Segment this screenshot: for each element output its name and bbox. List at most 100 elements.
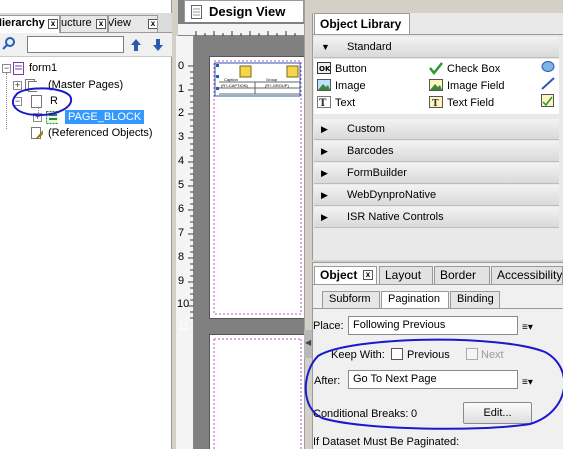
tab-border[interactable]: Border (434, 266, 490, 284)
after-field[interactable]: Go To Next Page (348, 370, 518, 389)
header-cell: Caption (224, 77, 238, 82)
dropdown-menu-icon[interactable]: ≡▾ (522, 322, 536, 334)
master-pages-icon (25, 79, 37, 92)
divider (312, 308, 563, 309)
category-standard-label: Standard (347, 41, 392, 53)
library-item-label: Image Field (447, 80, 505, 92)
subtab-binding[interactable]: Binding (450, 291, 500, 308)
expand-icon[interactable]: + (33, 113, 42, 122)
referenced-objects-icon (31, 127, 43, 140)
close-icon[interactable]: x (363, 270, 373, 280)
next-checkbox[interactable] (466, 348, 478, 360)
tab-layout[interactable]: Layout (379, 266, 433, 284)
category-label: ISR Native Controls (347, 211, 444, 223)
tree-item-label: (Referenced Objects) (48, 127, 153, 139)
tab-design-view[interactable]: Design View (184, 0, 304, 22)
tree-item-referenced-objects[interactable]: (Referenced Objects) (0, 125, 170, 141)
expand-icon[interactable]: + (13, 81, 22, 90)
category-label: Barcodes (347, 145, 394, 157)
image-icon (317, 79, 331, 91)
page-icon (31, 95, 42, 108)
category-standard[interactable]: ▼ Standard (314, 37, 559, 58)
category-formbuilder[interactable]: ▶ FormBuilder (314, 163, 559, 184)
tab-structure[interactable]: Structure x (60, 15, 108, 32)
previous-label: Previous (407, 349, 450, 361)
horizontal-ruler (178, 24, 308, 36)
edit-button[interactable]: Edit... (463, 402, 532, 424)
tab-accessibility[interactable]: Accessibility (491, 266, 563, 284)
close-icon[interactable]: x (48, 19, 58, 29)
collapse-icon[interactable]: − (2, 64, 11, 73)
tab-object[interactable]: Object x (314, 266, 377, 285)
ruler-ticks (195, 31, 296, 36)
category-label: Custom (347, 123, 385, 135)
collapse-handle[interactable]: ◀ (304, 330, 312, 358)
splitter[interactable] (304, 0, 312, 449)
place-value: Following Previous (353, 319, 446, 331)
place-field[interactable]: Following Previous (348, 316, 518, 335)
panel-header-strip (312, 0, 563, 13)
tree-item-r[interactable]: − R (0, 93, 170, 109)
tree-item-form1[interactable]: − form1 (0, 60, 170, 76)
place-label: Place: (313, 320, 344, 332)
hierarchy-tab-strip: Hierarchy x Structure x Data View x (0, 13, 172, 33)
subtab-subform[interactable]: Subform (322, 291, 380, 308)
header-cell: (R?-GROUP) (265, 83, 289, 88)
subtab-label: Binding (457, 293, 494, 305)
signature-field-icon[interactable] (541, 94, 555, 108)
hierarchy-toolbar (0, 33, 172, 57)
tree-item-label: (Master Pages) (48, 79, 124, 91)
tab-hierarchy-label: Hierarchy (0, 17, 45, 29)
close-icon[interactable]: x (148, 19, 157, 29)
collapse-icon[interactable]: − (13, 97, 22, 106)
tab-structure-label: Structure (61, 17, 92, 29)
chevron-down-icon: ▼ (321, 42, 330, 52)
tree-item-label: R (50, 95, 58, 107)
arrow-down-icon[interactable] (153, 39, 163, 51)
after-value: Go To Next Page (353, 373, 437, 385)
design-canvas[interactable]: Caption Group (R?-CAPTION) (R?-GROUP) (195, 36, 308, 449)
category-custom[interactable]: ▶ Custom (314, 119, 559, 140)
chevron-right-icon: ▶ (321, 168, 328, 178)
image-field-icon (429, 79, 443, 91)
edit-button-label: Edit... (483, 407, 512, 419)
search-icon[interactable] (2, 37, 16, 51)
tab-data-view-label: Data View (108, 17, 131, 29)
category-barcodes[interactable]: ▶ Barcodes (314, 141, 559, 162)
oval-icon[interactable] (541, 60, 555, 73)
library-item-label: Check Box (447, 63, 501, 75)
chevron-left-icon: ◀ (305, 338, 312, 347)
tab-layout-label: Layout (385, 268, 422, 282)
arrow-up-icon[interactable] (131, 39, 141, 51)
page-1[interactable]: Caption Group (R?-CAPTION) (R?-GROUP) (209, 56, 306, 319)
library-item-label: Text (335, 97, 356, 109)
tree-item-master-pages[interactable]: + (Master Pages) (0, 77, 170, 93)
close-icon[interactable]: x (96, 19, 106, 29)
line-icon[interactable] (541, 77, 555, 90)
tree-item-label: form1 (29, 62, 58, 74)
category-isr-native-controls[interactable]: ▶ ISR Native Controls (314, 207, 559, 228)
category-webdynpronative[interactable]: ▶ WebDynproNative (314, 185, 559, 206)
ruler-ticks (188, 65, 194, 319)
header-cell: (R?-CAPTION) (221, 83, 248, 88)
svg-text:T: T (319, 98, 327, 109)
conditional-breaks-value: 0 (411, 408, 418, 420)
page-2[interactable] (209, 334, 306, 449)
text-field-icon: T (429, 96, 443, 109)
design-view-tab-label: Design View (209, 4, 286, 19)
dataset-paginated-label: If Dataset Must Be Paginated: (313, 436, 460, 448)
tab-accessibility-label: Accessibility (497, 268, 563, 282)
subtab-label: Subform (329, 293, 371, 305)
tab-data-view[interactable]: Data View x (108, 15, 158, 32)
button-icon: OK (317, 62, 331, 74)
category-label: FormBuilder (347, 167, 407, 179)
search-input[interactable] (27, 36, 124, 53)
subform-icon (46, 111, 58, 124)
tab-hierarchy[interactable]: Hierarchy x (0, 15, 60, 33)
tab-object-library[interactable]: Object Library (314, 13, 410, 34)
subtab-pagination[interactable]: Pagination (381, 291, 449, 308)
tree-item-label-selected: PAGE_BLOCK (65, 110, 145, 124)
dropdown-menu-icon[interactable]: ≡▾ (522, 377, 536, 389)
tree-item-page-block[interactable]: + PAGE_BLOCK (0, 109, 170, 125)
previous-checkbox[interactable] (391, 348, 403, 360)
